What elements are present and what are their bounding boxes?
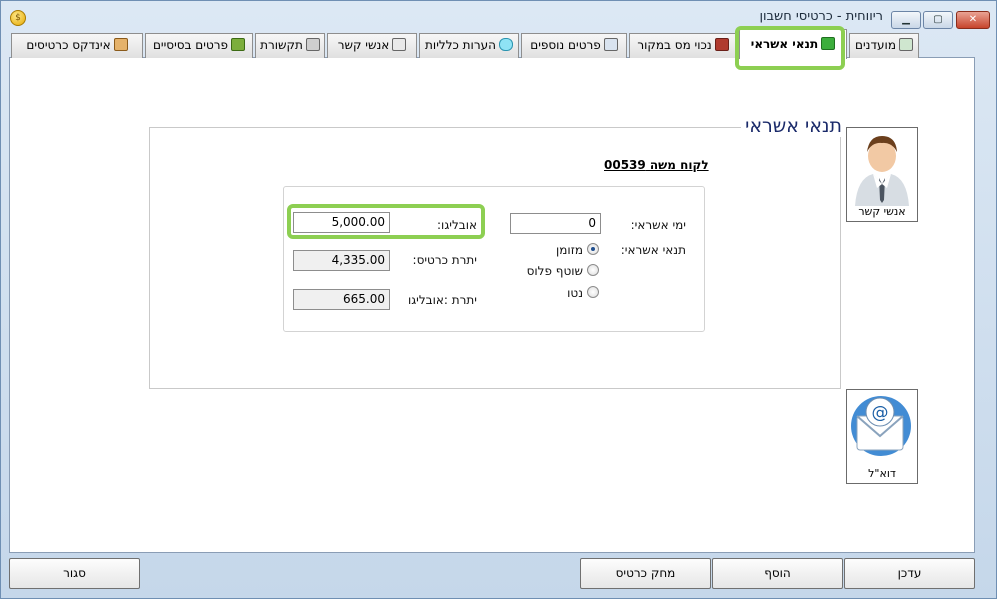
tab-clubs[interactable]: מועדנים bbox=[849, 33, 919, 58]
app-window: $ ריווחית - כרטיסי חשבון ▁ ▢ ✕ מועדנים ת… bbox=[0, 0, 997, 599]
phone-icon bbox=[305, 38, 320, 51]
close-window-button[interactable]: ✕ bbox=[956, 11, 990, 29]
tab-general-notes[interactable]: הערות כלליות bbox=[419, 33, 519, 58]
window-title: ריווחית - כרטיסי חשבון bbox=[759, 9, 883, 24]
email-icon: @ bbox=[851, 396, 911, 456]
info-icon bbox=[498, 38, 513, 51]
tab-credit-terms[interactable]: תנאי אשראי bbox=[739, 29, 847, 59]
add-button[interactable]: הוסף bbox=[712, 558, 843, 589]
app-icon: $ bbox=[10, 10, 26, 26]
maximize-button[interactable]: ▢ bbox=[923, 11, 953, 29]
credit-days-input[interactable]: 0 bbox=[510, 213, 601, 234]
close-button[interactable]: סגור bbox=[9, 558, 140, 589]
money-icon bbox=[821, 37, 836, 50]
tab-more-details[interactable]: פרטים נוספים bbox=[521, 33, 627, 58]
svg-text:@: @ bbox=[872, 403, 889, 423]
update-button[interactable]: עדכן bbox=[844, 558, 975, 589]
minimize-button[interactable]: ▁ bbox=[891, 11, 921, 29]
email-card-label: דוא"ל bbox=[868, 467, 896, 480]
customer-name: לקוח משה 00539 bbox=[604, 158, 709, 172]
tab-communication[interactable]: תקשורת bbox=[255, 33, 325, 58]
email-card-button[interactable]: @ דוא"ל bbox=[846, 389, 918, 484]
tab-tax-withholding[interactable]: נכוי מס במקור bbox=[629, 33, 737, 58]
obligo-label: אובליגו: bbox=[437, 218, 477, 232]
option-net-radio[interactable] bbox=[587, 286, 599, 298]
delete-card-button[interactable]: מחק כרטיס bbox=[580, 558, 711, 589]
obligo-balance-field: 665.00 bbox=[293, 289, 390, 310]
card-balance-field: 4,335.00 bbox=[293, 250, 390, 271]
group-title: תנאי אשראי bbox=[741, 115, 846, 137]
option-cash-label: מזומן bbox=[556, 243, 583, 257]
option-eom-plus-label: שוטף פלוס bbox=[526, 264, 583, 278]
contacts-icon bbox=[392, 38, 407, 51]
tab-strip: מועדנים תנאי אשראי נכוי מס במקור פרטים נ… bbox=[9, 29, 975, 59]
notepad-icon bbox=[603, 38, 618, 51]
option-cash-radio[interactable] bbox=[587, 243, 599, 255]
tab-contacts[interactable]: אנשי קשר bbox=[327, 33, 417, 58]
tab-basic-details[interactable]: פרטים בסיסיים bbox=[145, 33, 253, 58]
index-icon bbox=[113, 38, 128, 51]
chart-icon bbox=[898, 38, 913, 51]
option-net-label: נטו bbox=[567, 286, 583, 300]
obligo-balance-label: יתרת :אובליגו bbox=[407, 293, 477, 307]
contacts-card-label: אנשי קשר bbox=[858, 205, 906, 218]
credit-days-label: ימי אשראי: bbox=[630, 218, 686, 232]
credit-terms-label: תנאי אשראי: bbox=[620, 243, 686, 257]
book-icon bbox=[231, 38, 246, 51]
title-bar: $ ריווחית - כרטיסי חשבון ▁ ▢ ✕ bbox=[1, 1, 997, 31]
option-eom-plus-radio[interactable] bbox=[587, 264, 599, 276]
tax-icon bbox=[714, 38, 729, 51]
contacts-card-button[interactable]: אנשי קשר bbox=[846, 127, 918, 222]
tab-card-index[interactable]: אינדקס כרטיסים bbox=[11, 33, 143, 58]
person-icon bbox=[855, 136, 909, 206]
card-balance-label: יתרת כרטיס: bbox=[412, 253, 477, 267]
obligo-input[interactable]: 5,000.00 bbox=[293, 212, 390, 233]
